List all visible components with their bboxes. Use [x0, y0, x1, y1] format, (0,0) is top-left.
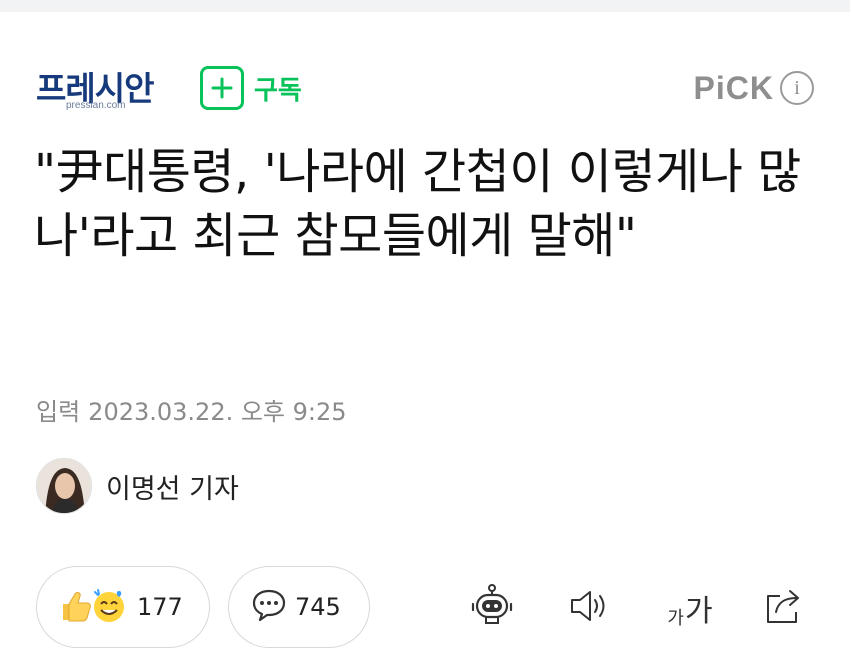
reaction-button[interactable]: 177 [36, 566, 210, 648]
pick-label: PiCK [693, 69, 774, 106]
reporter-avatar [36, 458, 92, 514]
info-icon[interactable]: i [780, 71, 814, 105]
article-header: 프레시안 pressian.com 구독 PiCK i [36, 60, 814, 120]
comment-button[interactable]: 745 [228, 566, 370, 648]
summary-bot-button[interactable] [468, 584, 516, 632]
top-strip [0, 0, 850, 12]
font-size-button[interactable]: 가가 [660, 584, 720, 632]
published-date: 입력 2023.03.22. 오후 9:25 [36, 392, 347, 427]
pick-badge[interactable]: PiCK i [694, 68, 814, 108]
share-icon [762, 586, 806, 630]
action-bar: 177 745 가 가 [36, 566, 820, 650]
plus-icon [200, 66, 244, 110]
smile-emoji-icon [89, 585, 129, 629]
speaker-icon [568, 586, 612, 630]
font-size-icon: 가가 [667, 586, 712, 630]
reporter-name: 이명선 기자 [106, 473, 239, 505]
reaction-count: 177 [137, 593, 183, 621]
press-logo-domain: pressian.com [66, 100, 126, 111]
font-size-small: 가 [667, 608, 684, 629]
comment-count: 745 [295, 593, 341, 621]
font-size-big: 가 [684, 594, 713, 629]
subscribe-button[interactable]: 구독 [200, 66, 302, 110]
comment-bubble-icon [251, 588, 287, 626]
share-button[interactable] [760, 584, 808, 632]
subscribe-label: 구독 [254, 75, 302, 106]
text-to-speech-button[interactable] [566, 584, 614, 632]
robot-icon [469, 583, 515, 633]
date-value: 2023.03.22. 오후 9:25 [88, 398, 347, 426]
press-logo[interactable]: 프레시안 pressian.com [36, 60, 176, 116]
date-label: 입력 [36, 398, 81, 426]
article-title: "尹대통령, '나라에 간첩이 이렇게나 많나'라고 최근 참모들에게 말해" [34, 144, 801, 264]
reporter-info[interactable]: 이명선 기자 [36, 456, 239, 516]
